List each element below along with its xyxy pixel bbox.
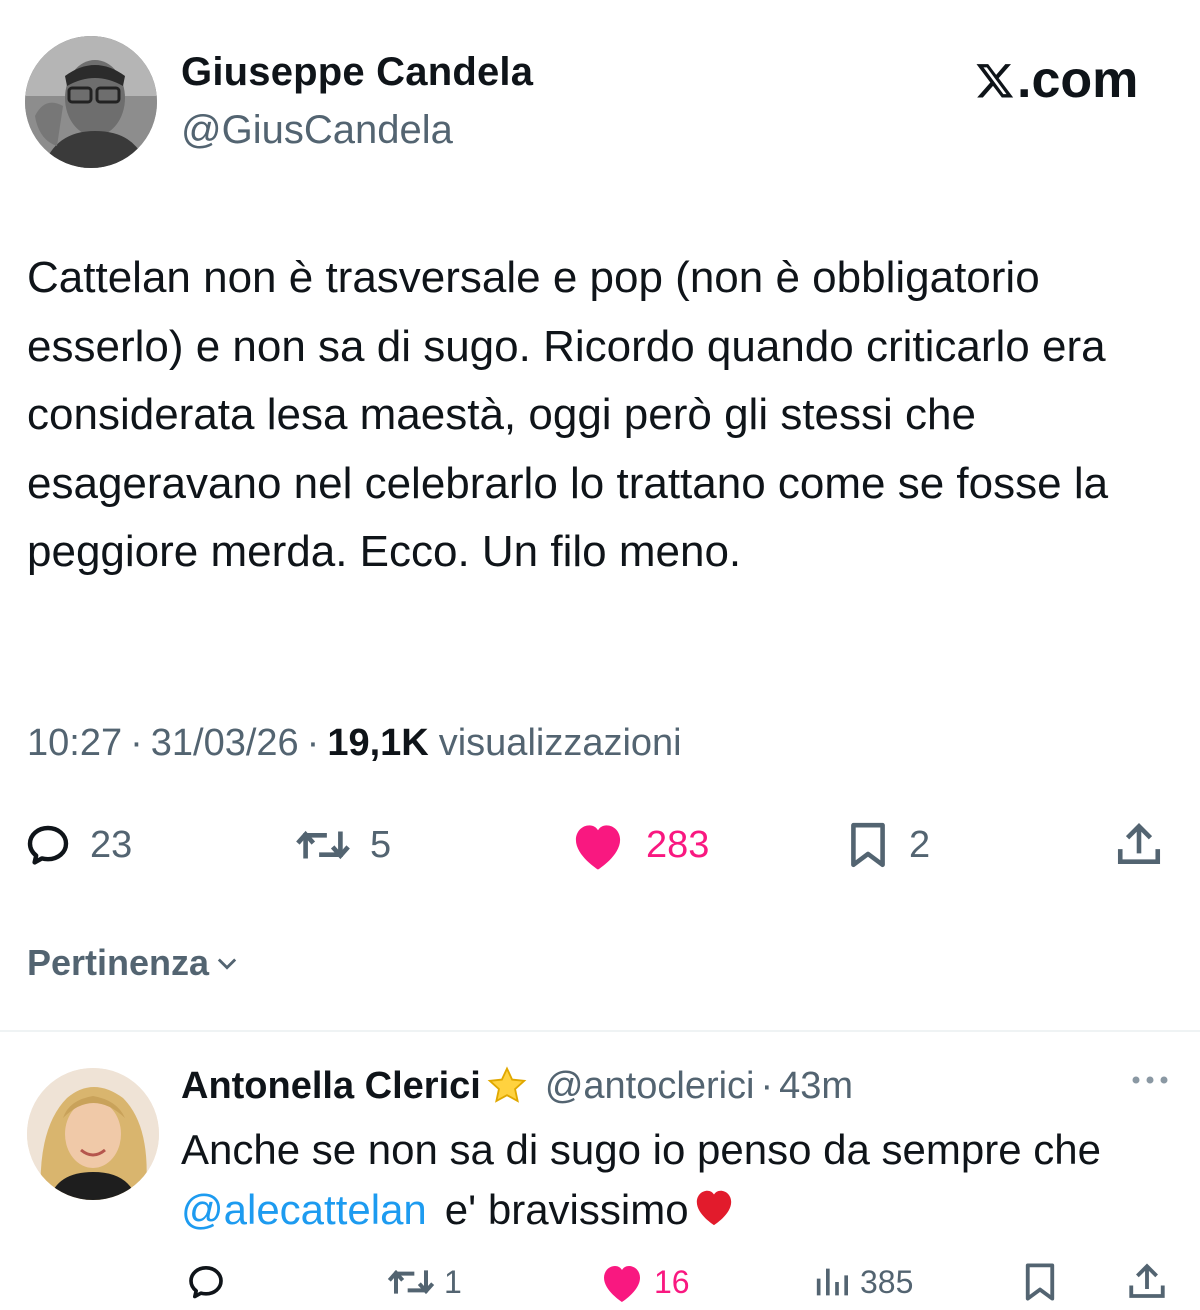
- red-heart-emoji-icon: [691, 1183, 737, 1243]
- brand-watermark: .com: [975, 50, 1138, 110]
- like-button[interactable]: 283: [568, 815, 709, 875]
- reply-icon: [186, 1262, 226, 1302]
- chevron-down-icon: [213, 949, 241, 977]
- bookmark-button[interactable]: 2: [845, 815, 930, 875]
- bookmark-icon: [845, 820, 891, 870]
- mention-link[interactable]: @alecattelan: [181, 1186, 427, 1233]
- tweet-time[interactable]: 10:27: [27, 722, 122, 765]
- tweet-meta: 10:27 · 31/03/26 · 19,1K visualizzazioni: [27, 722, 682, 765]
- heart-icon: [568, 818, 628, 872]
- tweet-date[interactable]: 31/03/26: [151, 722, 299, 765]
- views-label[interactable]: visualizzazioni: [439, 722, 682, 765]
- reply-views-button[interactable]: 385: [812, 1257, 913, 1307]
- more-icon: [1128, 1070, 1172, 1095]
- reply-header: Antonella Clerici @antoclerici · 43m: [181, 1064, 853, 1108]
- reply-icon: [24, 821, 72, 869]
- bookmark-count: 2: [909, 823, 931, 866]
- reply-reply-button[interactable]: [186, 1257, 234, 1307]
- tweet-text: Cattelan non è trasversale e pop (non è …: [27, 253, 1109, 576]
- sort-label: Pertinenza: [27, 942, 210, 983]
- repost-button[interactable]: 5: [294, 815, 391, 875]
- share-button[interactable]: [1114, 815, 1182, 875]
- reply-button[interactable]: 23: [24, 815, 132, 875]
- share-icon: [1126, 1261, 1168, 1303]
- share-icon: [1114, 820, 1164, 870]
- brand-text: .com: [1017, 51, 1139, 109]
- views-count[interactable]: 19,1K: [327, 722, 428, 765]
- meta-separator: ·: [130, 722, 143, 764]
- reply-text-after: e' bravissimo: [444, 1186, 689, 1233]
- heart-icon: [598, 1260, 646, 1304]
- reply-text: Anche se non sa di sugo io penso da semp…: [181, 1120, 1181, 1243]
- reply-author-name[interactable]: Antonella Clerici: [181, 1065, 481, 1108]
- repost-count: 5: [370, 823, 392, 866]
- x-logo-icon: [976, 64, 1014, 98]
- author-name[interactable]: Giuseppe Candela: [181, 50, 533, 95]
- repost-icon: [386, 1262, 436, 1302]
- views-icon: [812, 1262, 852, 1302]
- bookmark-icon: [1022, 1261, 1058, 1303]
- author-handle[interactable]: @GiusCandela: [181, 108, 453, 153]
- reply-like-button[interactable]: 16: [598, 1257, 690, 1307]
- reply-views-count: 385: [860, 1263, 914, 1300]
- sort-dropdown[interactable]: Pertinenza: [27, 942, 241, 984]
- reply-repost-button[interactable]: 1: [386, 1257, 462, 1307]
- more-button[interactable]: [1128, 1070, 1172, 1095]
- reply-like-count: 16: [654, 1263, 690, 1300]
- star-icon: [485, 1064, 529, 1108]
- reply-repost-count: 1: [444, 1263, 462, 1300]
- author-avatar[interactable]: [25, 36, 157, 168]
- like-count: 283: [646, 823, 710, 866]
- reply-time[interactable]: 43m: [779, 1065, 853, 1108]
- reply-avatar[interactable]: [27, 1068, 159, 1200]
- reply-text-before: Anche se non sa di sugo io penso da semp…: [181, 1126, 1101, 1173]
- reply-count: 23: [90, 823, 133, 866]
- reply-share-button[interactable]: [1126, 1257, 1176, 1307]
- meta-separator: ·: [306, 722, 320, 764]
- repost-icon: [294, 821, 352, 869]
- reply-separator: ·: [760, 1064, 774, 1107]
- divider: [0, 1030, 1200, 1032]
- reply-author-handle[interactable]: @antoclerici: [545, 1065, 755, 1108]
- reply-bookmark-button[interactable]: [1022, 1257, 1066, 1307]
